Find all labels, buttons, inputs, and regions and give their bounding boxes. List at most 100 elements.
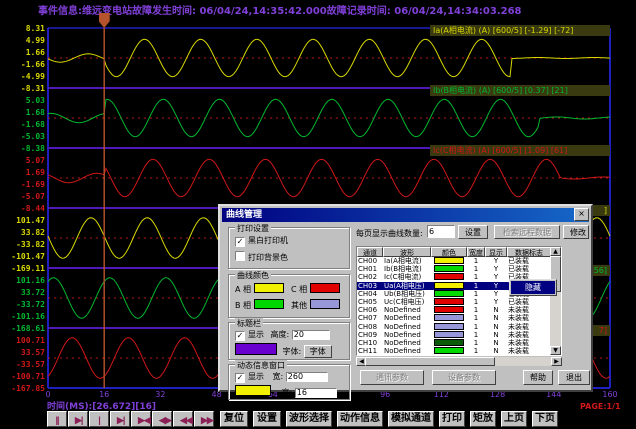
toolbar-button-4[interactable]: 模拟通道: [388, 411, 434, 427]
titlebar-height-input[interactable]: [292, 330, 330, 340]
curve-color-title: 曲线颜色: [235, 270, 271, 281]
help-button[interactable]: 帮助: [523, 370, 553, 385]
dyninfo-show-checkbox[interactable]: ✓: [235, 373, 245, 383]
phase-color-label: C 相: [291, 285, 310, 294]
dyninfo-height-input[interactable]: [295, 388, 337, 398]
dyninfo-color-swatch[interactable]: [235, 385, 271, 396]
column-header[interactable]: 颜色: [431, 247, 467, 257]
table-row[interactable]: CH06NoDefined1N未装载: [357, 306, 561, 314]
y-tick-label: 101.16: [1, 276, 45, 285]
comm-params-button[interactable]: 通讯参数: [360, 370, 424, 385]
scroll-up-icon[interactable]: ▲: [550, 247, 561, 256]
horizontal-scroll-thumb[interactable]: [365, 357, 495, 366]
print-bg-label: 打印背景色: [248, 253, 288, 262]
vcr-nav-button[interactable]: ||◀: [47, 411, 67, 427]
bw-printer-checkbox[interactable]: ✓: [235, 237, 245, 247]
table-cell: Y: [485, 290, 507, 298]
table-row[interactable]: CH00Ia(A相电流)1Y已装载: [357, 257, 561, 265]
print-bg-row[interactable]: 打印背景色: [235, 251, 288, 263]
table-cell: NoDefined: [383, 347, 431, 355]
phase-color-swatch[interactable]: [254, 283, 284, 293]
column-header[interactable]: 波形: [383, 247, 431, 257]
table-cell: 已装载: [507, 298, 551, 306]
scroll-down-icon[interactable]: ▼: [550, 346, 561, 355]
page-indicator: PAGE:1/1: [580, 402, 621, 411]
column-header[interactable]: 通道: [357, 247, 383, 257]
table-cell: CH03: [357, 282, 383, 290]
table-cell: Ib(B相电流): [383, 265, 431, 273]
scroll-right-icon[interactable]: ▶: [551, 357, 562, 366]
titlebar-font-row: 字体: 字体: [235, 343, 332, 358]
toolbar-button-6[interactable]: 矩放: [470, 411, 496, 427]
row-color-swatch: [434, 265, 464, 272]
horizontal-scrollbar[interactable]: ◀ ▶: [356, 357, 562, 366]
column-header[interactable]: 宽度: [467, 247, 485, 257]
toolbar-button-0[interactable]: 复位: [220, 411, 248, 427]
set-button[interactable]: 设置: [458, 225, 488, 239]
fault-recorder-window: 事件信息:维远变电站故障发生时间: 06/04/24,14:35:42.000故…: [0, 0, 636, 429]
row-color-swatch: [434, 355, 464, 356]
table-cell: 1: [467, 347, 485, 355]
table-row[interactable]: CH05Uc(C相电压)1Y已装载: [357, 298, 561, 306]
phase-color-swatch[interactable]: [310, 283, 340, 293]
table-cell: [431, 282, 467, 290]
bw-printer-row[interactable]: ✓黑白打印机: [235, 235, 288, 247]
column-header[interactable]: 数据标志: [507, 247, 551, 257]
table-row[interactable]: CH09NoDefined1N未装载: [357, 331, 561, 339]
phase-color-swatch[interactable]: [254, 299, 284, 309]
table-cell: [431, 306, 467, 314]
x-tick-label: 32: [148, 390, 172, 399]
phase-color-label: A 相: [235, 285, 254, 294]
vcr-nav-button[interactable]: |◀: [89, 411, 109, 427]
dialog-titlebar[interactable]: 曲线管理: [222, 208, 589, 222]
table-row[interactable]: CH11NoDefined1N未装载: [357, 347, 561, 355]
table-cell: [431, 298, 467, 306]
table-row[interactable]: CH10NoDefined1N未装载: [357, 339, 561, 347]
vcr-nav-button[interactable]: ◀▶: [152, 411, 172, 427]
vcr-nav-button[interactable]: ▶|: [110, 411, 130, 427]
column-header[interactable]: 显示: [485, 247, 507, 257]
vcr-nav-button[interactable]: ◀◀: [173, 411, 193, 427]
vcr-nav-button[interactable]: ▶◀: [131, 411, 151, 427]
table-row[interactable]: CH07NoDefined1N未装载: [357, 314, 561, 322]
table-cell: Ia(A相电流): [383, 257, 431, 265]
toolbar-button-3[interactable]: 动作信息: [337, 411, 383, 427]
table-cell: Ua(A相电压): [383, 282, 431, 290]
table-row[interactable]: CH12NoDefined1N未装载: [357, 355, 561, 356]
table-row[interactable]: CH08NoDefined1N未装载: [357, 323, 561, 331]
x-tick-label: 16: [92, 390, 116, 399]
per-page-input[interactable]: [427, 225, 455, 238]
table-cell: 1: [467, 282, 485, 290]
vertical-scrollbar[interactable]: ▲ ▼: [550, 247, 561, 355]
phase-color-swatch[interactable]: [310, 299, 340, 309]
dyninfo-show-row: ✓显示 宽:: [235, 371, 328, 383]
toolbar-button-7[interactable]: 上页: [501, 411, 527, 427]
titlebar-show-label: 显示: [248, 330, 264, 339]
device-params-button[interactable]: 设备参数: [432, 370, 496, 385]
table-cell: [431, 257, 467, 265]
y-tick-label: 5.07: [1, 156, 45, 165]
titlebar-show-checkbox[interactable]: ✓: [235, 331, 245, 341]
print-bg-checkbox[interactable]: [235, 251, 245, 261]
toolbar-button-2[interactable]: 波形选择: [286, 411, 332, 427]
titlebar-color-swatch[interactable]: [235, 343, 277, 355]
vcr-nav-button[interactable]: ▶|: [68, 411, 88, 427]
dyninfo-width-input[interactable]: [286, 372, 328, 382]
toolbar-button-8[interactable]: 下页: [532, 411, 558, 427]
table-cell: 未装载: [507, 323, 551, 331]
y-tick-label: 1.68: [1, 108, 45, 117]
y-tick-label: -33.72: [1, 300, 45, 309]
exit-button[interactable]: 退出: [558, 370, 590, 385]
font-button[interactable]: 字体: [304, 345, 332, 358]
close-icon[interactable]: ×: [574, 208, 589, 221]
table-cell: N: [485, 306, 507, 314]
table-row[interactable]: CH01Ib(B相电流)1Y已装载: [357, 265, 561, 273]
toolbar-button-5[interactable]: 打印: [439, 411, 465, 427]
vcr-nav-button[interactable]: ▶▶: [194, 411, 214, 427]
modify-button[interactable]: 修改: [563, 225, 589, 239]
table-cell: 1: [467, 339, 485, 347]
toolbar-button-1[interactable]: 设置: [253, 411, 281, 427]
context-menu-item-hide[interactable]: 隐藏: [511, 281, 555, 294]
retrieve-remote-data-button[interactable]: 检索远程数据: [494, 225, 560, 239]
table-cell: 未装载: [507, 314, 551, 322]
